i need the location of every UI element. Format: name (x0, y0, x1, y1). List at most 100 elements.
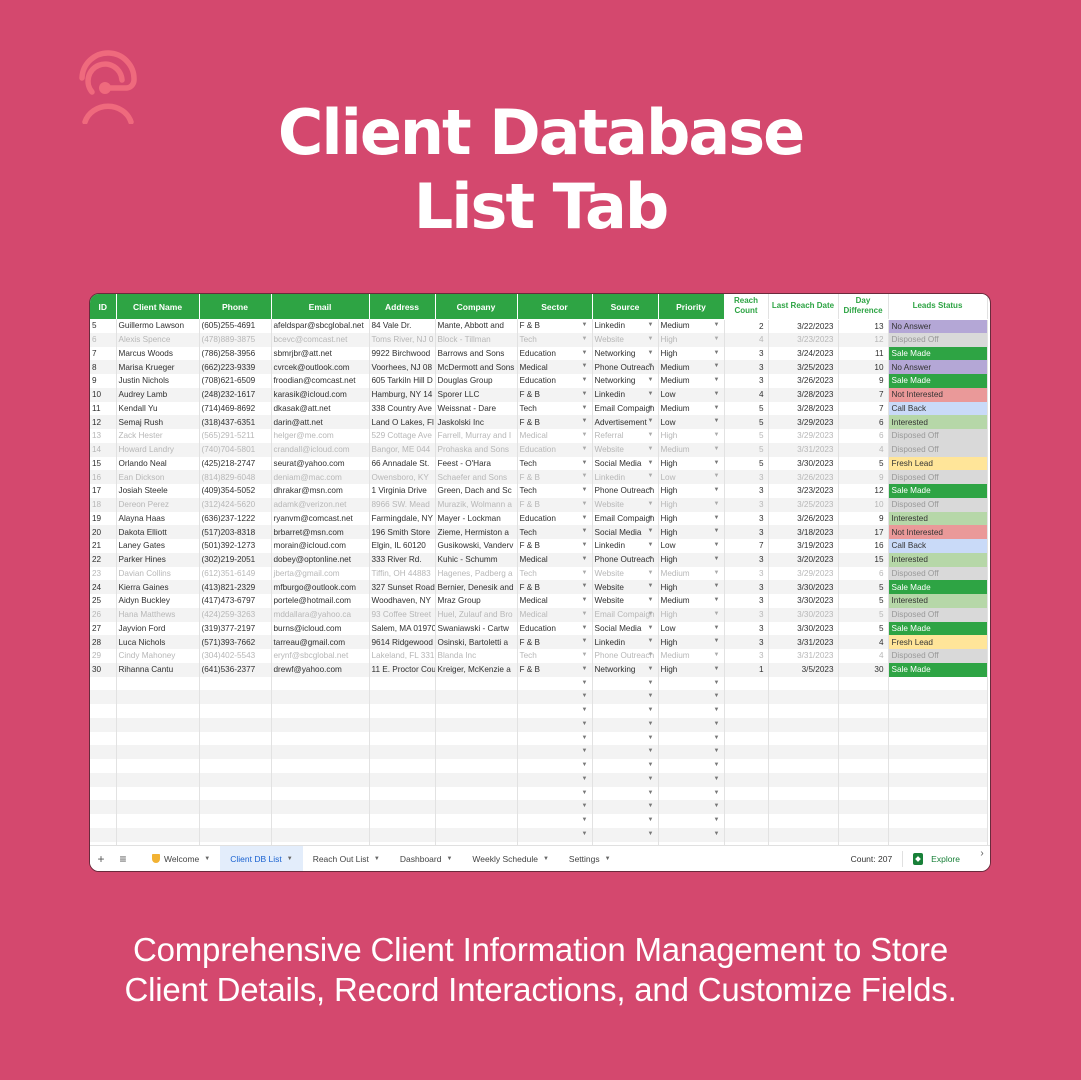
day-difference-cell[interactable]: 30 (838, 662, 889, 677)
leads-status-cell[interactable]: Disposed Off (888, 429, 988, 443)
priority-dropdown[interactable]: Low ▼ (658, 621, 725, 636)
phone-cell[interactable]: (409)354-5052 (199, 484, 272, 498)
empty-cell[interactable] (888, 690, 988, 704)
address-cell[interactable]: Bangor, ME 044 (369, 442, 436, 457)
dropdown-arrow-icon[interactable]: ▼ (714, 759, 720, 772)
id-cell[interactable]: 9 (90, 374, 117, 388)
empty-cell[interactable] (435, 731, 518, 746)
dropdown-arrow-icon[interactable]: ▼ (582, 498, 588, 511)
empty-cell[interactable] (435, 827, 518, 842)
chevron-down-icon[interactable]: ▼ (543, 856, 549, 862)
day-difference-cell[interactable]: 5 (838, 621, 889, 636)
company-cell[interactable]: Kuhic - Schumm (435, 552, 518, 567)
email-cell[interactable]: afeldspar@sbcglobal.net (271, 319, 370, 333)
empty-cell[interactable] (888, 827, 988, 842)
priority-dropdown[interactable]: Medium ▼ (658, 401, 725, 416)
leads-status-cell[interactable]: Interested (888, 415, 988, 429)
empty-cell[interactable] (369, 786, 436, 801)
email-cell[interactable]: adamk@verizon.net (271, 497, 370, 512)
empty-cell[interactable]: ▼ (658, 827, 725, 842)
dropdown-arrow-icon[interactable]: ▼ (648, 649, 654, 662)
dropdown-arrow-icon[interactable]: ▼ (714, 525, 720, 538)
empty-cell[interactable] (888, 759, 988, 773)
empty-cell[interactable] (768, 772, 839, 787)
priority-dropdown[interactable]: Low ▼ (658, 387, 725, 402)
empty-cell[interactable] (724, 704, 769, 718)
id-cell[interactable]: 8 (90, 360, 117, 374)
day-difference-cell[interactable]: 11 (838, 346, 889, 361)
address-cell[interactable]: Owensboro, KY (369, 470, 436, 484)
dropdown-arrow-icon[interactable]: ▼ (648, 704, 654, 717)
empty-cell[interactable] (724, 745, 769, 759)
client-name-cell[interactable]: Aidyn Buckley (116, 594, 200, 608)
priority-dropdown[interactable]: High ▼ (658, 346, 725, 361)
empty-cell[interactable] (90, 676, 117, 691)
dropdown-arrow-icon[interactable]: ▼ (714, 457, 720, 470)
empty-cell[interactable] (116, 786, 200, 801)
leads-status-cell[interactable]: No Answer (888, 319, 988, 333)
empty-cell[interactable] (90, 745, 117, 759)
sector-dropdown[interactable]: F & B ▼ (517, 319, 593, 333)
empty-cell[interactable] (199, 800, 272, 814)
dropdown-arrow-icon[interactable]: ▼ (582, 800, 588, 813)
dropdown-arrow-icon[interactable]: ▼ (714, 319, 720, 332)
last-reach-date-cell[interactable]: 3/24/2023 (768, 346, 839, 361)
company-cell[interactable]: Mraz Group (435, 594, 518, 608)
phone-cell[interactable]: (571)393-7662 (199, 635, 272, 649)
address-cell[interactable]: 338 Country Ave (369, 401, 436, 416)
company-cell[interactable]: Mayer - Lockman (435, 511, 518, 526)
reach-count-cell[interactable]: 3 (724, 607, 769, 622)
leads-status-cell[interactable]: Not Interested (888, 525, 988, 539)
priority-dropdown[interactable]: High ▼ (658, 525, 725, 539)
empty-cell[interactable] (768, 814, 839, 828)
client-name-cell[interactable]: Howard Landry (116, 442, 200, 457)
empty-cell[interactable]: ▼ (517, 676, 593, 691)
empty-cell[interactable]: ▼ (517, 772, 593, 787)
empty-cell[interactable] (435, 690, 518, 704)
leads-status-cell[interactable]: Sale Made (888, 374, 988, 388)
leads-status-cell[interactable]: Disposed Off (888, 566, 988, 581)
source-dropdown[interactable]: Social Media ▼ (592, 621, 659, 636)
address-cell[interactable]: Salem, MA 01970 (369, 621, 436, 636)
reach-count-cell[interactable]: 3 (724, 621, 769, 636)
empty-cell[interactable] (90, 772, 117, 787)
reach-count-cell[interactable]: 3 (724, 580, 769, 594)
priority-dropdown[interactable]: High ▼ (658, 484, 725, 498)
dropdown-arrow-icon[interactable]: ▼ (582, 814, 588, 827)
dropdown-arrow-icon[interactable]: ▼ (582, 319, 588, 332)
source-dropdown[interactable]: Social Media ▼ (592, 525, 659, 539)
sheet-tab-dashboard[interactable]: Dashboard ▼ (390, 846, 463, 872)
source-dropdown[interactable]: Email Compaign ▼ (592, 511, 659, 526)
reach-count-cell[interactable]: 3 (724, 594, 769, 608)
empty-cell[interactable] (768, 745, 839, 759)
dropdown-arrow-icon[interactable]: ▼ (714, 649, 720, 662)
dropdown-arrow-icon[interactable]: ▼ (714, 484, 720, 497)
empty-cell[interactable]: ▼ (517, 717, 593, 732)
address-cell[interactable]: 93 Coffee Street (369, 607, 436, 622)
all-sheets-menu-button[interactable]: ≡ (112, 852, 134, 866)
company-cell[interactable]: Farrell, Murray and I (435, 429, 518, 443)
dropdown-arrow-icon[interactable]: ▼ (582, 663, 588, 676)
reach-count-cell[interactable]: 3 (724, 470, 769, 484)
priority-dropdown[interactable]: Medium ▼ (658, 566, 725, 581)
email-cell[interactable]: dkasak@att.net (271, 401, 370, 416)
dropdown-arrow-icon[interactable]: ▼ (648, 800, 654, 813)
dropdown-arrow-icon[interactable]: ▼ (648, 525, 654, 538)
address-cell[interactable]: Tiffin, OH 44883 (369, 566, 436, 581)
source-dropdown[interactable]: Website ▼ (592, 442, 659, 457)
sector-dropdown[interactable]: F & B ▼ (517, 387, 593, 402)
empty-cell[interactable] (888, 731, 988, 746)
sheet-tab-weekly-schedule[interactable]: Weekly Schedule ▼ (462, 846, 558, 872)
client-name-cell[interactable]: Jayvion Ford (116, 621, 200, 636)
client-name-cell[interactable]: Kendall Yu (116, 401, 200, 416)
empty-cell[interactable] (116, 800, 200, 814)
last-reach-date-cell[interactable]: 3/31/2023 (768, 442, 839, 457)
sector-dropdown[interactable]: Tech ▼ (517, 525, 593, 539)
phone-cell[interactable]: (501)392-1273 (199, 539, 272, 553)
dropdown-arrow-icon[interactable]: ▼ (714, 333, 720, 346)
empty-cell[interactable] (199, 772, 272, 787)
id-cell[interactable]: 18 (90, 497, 117, 512)
dropdown-arrow-icon[interactable]: ▼ (648, 690, 654, 703)
dropdown-arrow-icon[interactable]: ▼ (582, 429, 588, 442)
priority-dropdown[interactable]: Low ▼ (658, 470, 725, 484)
